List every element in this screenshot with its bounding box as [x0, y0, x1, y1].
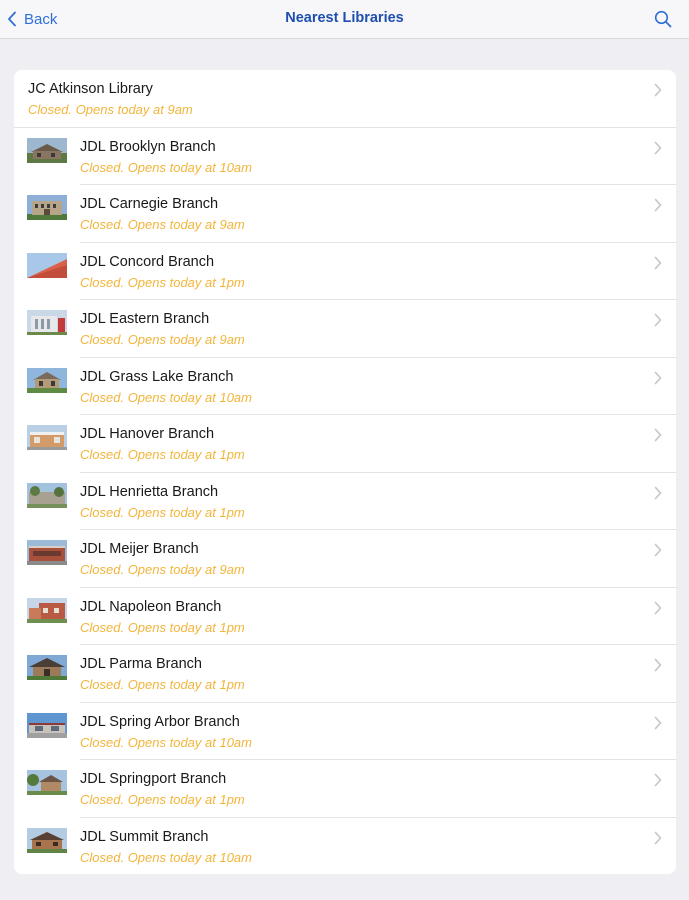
library-status: Closed. Opens today at 1pm: [80, 447, 245, 462]
chevron-right-icon: [654, 773, 662, 787]
chevron-right-icon: [654, 313, 662, 327]
back-button-label: Back: [24, 10, 58, 28]
chevron-right-icon: [654, 371, 662, 384]
branch-thumbnail-image: [27, 540, 67, 565]
library-name: JDL Hanover Branch: [80, 426, 215, 442]
branch-thumbnail-image: [27, 827, 67, 853]
search-icon[interactable]: [653, 9, 673, 29]
library-status: Closed. Opens today at 1pm: [80, 677, 245, 692]
branch-thumbnail-image: [27, 367, 67, 393]
branch-thumbnail-image: [27, 137, 67, 163]
library-status: Closed. Opens today at 1pm: [80, 792, 245, 807]
library-name: JDL Carnegie Branch: [80, 196, 219, 212]
chevron-right-icon: [654, 601, 662, 614]
library-status: Closed. Opens today at 10am: [80, 849, 252, 865]
library-list: JC Atkinson Library Closed. Opens today …: [14, 70, 676, 874]
branch-thumbnail-image: [27, 770, 67, 795]
library-row[interactable]: JDL Summit Branch Closed. Opens today at…: [14, 818, 676, 875]
page-title: Nearest Libraries: [285, 10, 404, 26]
library-status: Closed. Opens today at 10am: [80, 734, 252, 750]
library-row[interactable]: JDL Grass Lake Branch Closed. Opens toda…: [14, 358, 676, 415]
library-row[interactable]: JDL Brooklyn Branch Closed. Opens today …: [14, 128, 676, 185]
library-row[interactable]: JDL Parma Branch Closed. Opens today at …: [14, 645, 676, 703]
branch-thumbnail-image: [27, 712, 67, 738]
library-status: Closed. Opens today at 9am: [80, 332, 245, 347]
branch-thumbnail-image: [27, 425, 67, 450]
library-name: JDL Meijer Branch: [80, 541, 199, 557]
chevron-right-icon: [654, 198, 662, 212]
branch-thumbnail-image: [27, 195, 67, 220]
chevron-right-icon: [654, 83, 662, 97]
back-button[interactable]: Back: [6, 8, 57, 30]
branch-thumbnail-image: [27, 597, 67, 623]
branch-thumbnail-image: [27, 252, 67, 278]
library-name: JDL Grass Lake Branch: [80, 368, 234, 385]
library-name: JDL Eastern Branch: [80, 311, 210, 327]
chevron-right-icon: [654, 428, 662, 442]
library-status: Closed. Opens today at 9am: [80, 217, 245, 232]
chevron-right-icon: [654, 831, 662, 844]
library-name: JDL Summit Branch: [80, 828, 209, 845]
library-name: JDL Spring Arbor Branch: [80, 713, 240, 730]
library-row[interactable]: JDL Carnegie Branch Closed. Opens today …: [14, 185, 676, 243]
chevron-left-icon: [8, 11, 16, 27]
library-name: JDL Brooklyn Branch: [80, 138, 216, 155]
library-status: Closed. Opens today at 9am: [80, 562, 245, 577]
chevron-right-icon: [654, 486, 662, 499]
library-row[interactable]: JDL Napoleon Branch Closed. Opens today …: [14, 588, 676, 645]
branch-thumbnail-image: [27, 310, 67, 335]
library-name: JDL Henrietta Branch: [80, 483, 219, 500]
library-status: Closed. Opens today at 10am: [80, 159, 252, 175]
library-row[interactable]: JC Atkinson Library Closed. Opens today …: [14, 70, 676, 128]
library-row[interactable]: JDL Springport Branch Closed. Opens toda…: [14, 760, 676, 818]
library-row[interactable]: JDL Meijer Branch Closed. Opens today at…: [14, 530, 676, 588]
library-status: Closed. Opens today at 1pm: [80, 504, 245, 520]
library-row[interactable]: JDL Concord Branch Closed. Opens today a…: [14, 243, 676, 300]
library-row[interactable]: JDL Spring Arbor Branch Closed. Opens to…: [14, 703, 676, 760]
chevron-right-icon: [654, 141, 662, 154]
chevron-right-icon: [654, 716, 662, 729]
chevron-right-icon: [654, 543, 662, 557]
library-name: JDL Napoleon Branch: [80, 598, 222, 615]
library-row[interactable]: JDL Henrietta Branch Closed. Opens today…: [14, 473, 676, 530]
chevron-right-icon: [654, 256, 662, 269]
library-name: JC Atkinson Library: [28, 81, 153, 97]
chevron-right-icon: [654, 658, 662, 672]
library-name: JDL Concord Branch: [80, 253, 215, 270]
library-status: Closed. Opens today at 9am: [28, 102, 193, 117]
branch-thumbnail-image: [27, 655, 67, 680]
branch-thumbnail-image: [27, 482, 67, 508]
library-status: Closed. Opens today at 1pm: [80, 619, 245, 635]
library-status: Closed. Opens today at 10am: [80, 389, 252, 405]
library-name: JDL Parma Branch: [80, 656, 202, 672]
library-name: JDL Springport Branch: [80, 771, 227, 787]
library-row[interactable]: JDL Eastern Branch Closed. Opens today a…: [14, 300, 676, 358]
library-row[interactable]: JDL Hanover Branch Closed. Opens today a…: [14, 415, 676, 473]
library-status: Closed. Opens today at 1pm: [80, 274, 245, 290]
navigation-bar: Back Nearest Libraries: [0, 0, 689, 39]
